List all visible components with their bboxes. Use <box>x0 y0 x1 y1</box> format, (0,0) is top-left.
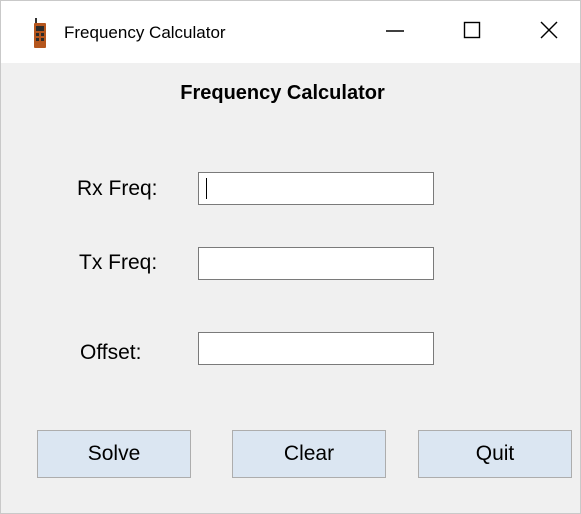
tx-freq-label: Tx Freq: <box>79 251 158 274</box>
close-icon <box>539 20 559 45</box>
title-bar[interactable]: Frequency Calculator <box>1 1 580 63</box>
offset-input[interactable] <box>198 332 434 365</box>
rx-freq-input[interactable] <box>198 172 434 205</box>
app-window: Frequency Calculator Frequency Calculato… <box>0 0 581 514</box>
form-heading: Frequency Calculator <box>180 82 385 104</box>
radio-icon <box>34 18 46 48</box>
offset-label: Offset: <box>80 341 142 364</box>
minimize-button[interactable] <box>373 15 417 49</box>
clear-button[interactable]: Clear <box>232 430 386 478</box>
text-caret <box>206 178 207 199</box>
rx-freq-label: Rx Freq: <box>77 177 158 200</box>
minimize-icon <box>385 20 405 45</box>
quit-button[interactable]: Quit <box>418 430 572 478</box>
maximize-icon <box>462 20 482 45</box>
solve-button[interactable]: Solve <box>37 430 191 478</box>
maximize-button[interactable] <box>450 15 494 49</box>
tx-freq-input[interactable] <box>198 247 434 280</box>
close-button[interactable] <box>527 15 571 49</box>
window-title: Frequency Calculator <box>64 23 226 42</box>
